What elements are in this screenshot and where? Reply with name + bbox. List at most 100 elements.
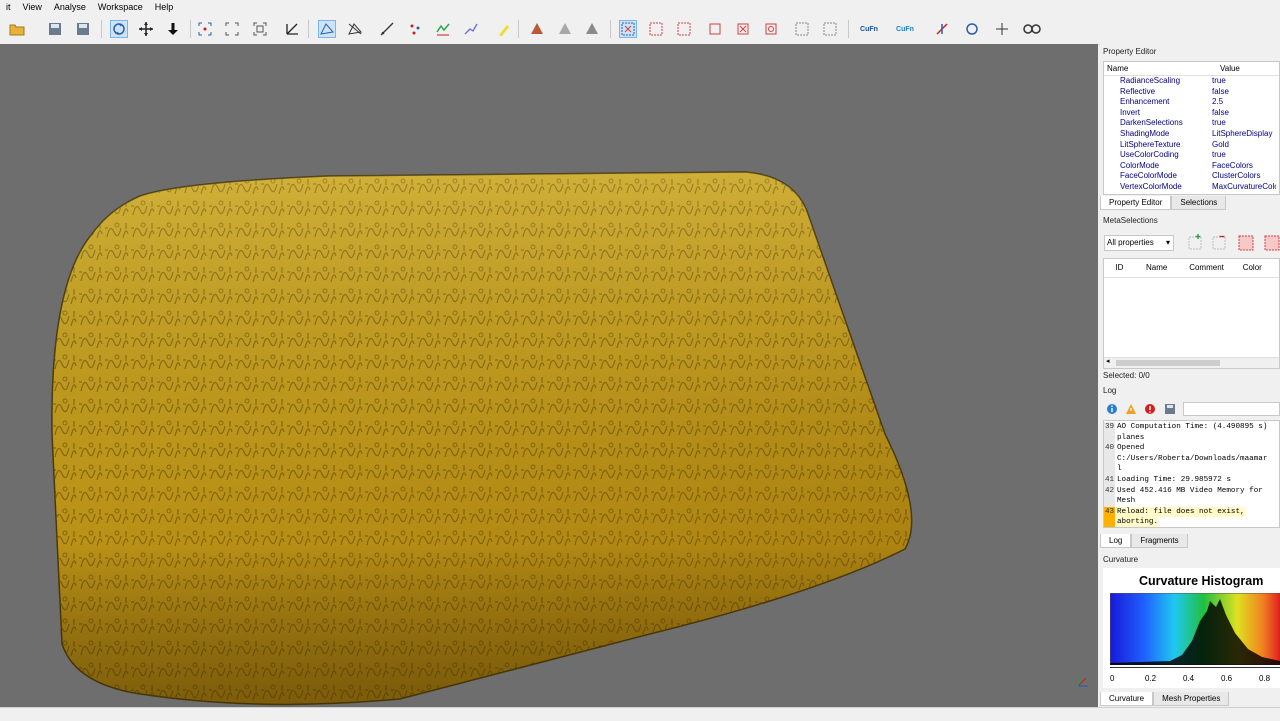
select-clear-icon[interactable] bbox=[734, 20, 752, 38]
arrow-down-icon[interactable] bbox=[164, 20, 182, 38]
plane-icon[interactable] bbox=[933, 20, 951, 38]
selection-tool-icon[interactable] bbox=[619, 20, 637, 38]
link-icon[interactable] bbox=[1021, 20, 1043, 38]
add-selection-icon[interactable] bbox=[1186, 233, 1204, 251]
select-vertices-icon[interactable] bbox=[346, 20, 364, 38]
3d-viewport[interactable] bbox=[0, 44, 1098, 707]
property-value[interactable]: false bbox=[1196, 108, 1276, 119]
error-filter-icon[interactable] bbox=[1144, 403, 1156, 415]
property-row[interactable]: Invert false bbox=[1104, 108, 1279, 119]
menu-workspace[interactable]: Workspace bbox=[92, 2, 149, 12]
axis-gizmo bbox=[1077, 677, 1088, 687]
col-color-header[interactable]: Color bbox=[1235, 259, 1279, 277]
property-value[interactable]: ClusterColors bbox=[1196, 171, 1276, 182]
property-value[interactable]: Gold bbox=[1196, 140, 1276, 151]
log-search-input[interactable] bbox=[1183, 402, 1280, 416]
sphere-icon[interactable] bbox=[963, 20, 981, 38]
property-row[interactable]: Enhancement 2.5 bbox=[1104, 97, 1279, 108]
highlight-icon[interactable] bbox=[494, 20, 512, 38]
mesh-brown-icon[interactable] bbox=[528, 20, 546, 38]
property-row[interactable]: ColorMode FaceColors bbox=[1104, 161, 1279, 172]
log-line-text: aborting. bbox=[1115, 517, 1159, 527]
select-add-icon[interactable] bbox=[647, 20, 665, 38]
rotate-tool-icon[interactable] bbox=[110, 20, 128, 38]
save-log-icon[interactable] bbox=[1164, 403, 1176, 415]
menu-edit[interactable]: it bbox=[0, 2, 17, 12]
property-row[interactable]: ShadingMode LitSphereDisplay bbox=[1104, 129, 1279, 140]
property-row[interactable]: VertexColorMode MaxCurvatureColors bbox=[1104, 182, 1279, 193]
tab-log[interactable]: Log bbox=[1100, 534, 1132, 548]
log-line-text: Loading Time: 29.985972 s bbox=[1117, 475, 1231, 484]
menu-view[interactable]: View bbox=[17, 2, 48, 12]
grid-alt-icon[interactable] bbox=[821, 20, 839, 38]
selection-color-alt-icon[interactable] bbox=[1264, 235, 1280, 253]
property-value[interactable]: true bbox=[1196, 76, 1276, 87]
info-filter-icon[interactable] bbox=[1106, 403, 1118, 415]
property-value[interactable]: true bbox=[1196, 118, 1276, 129]
measure-icon[interactable] bbox=[378, 20, 396, 38]
menu-analyse[interactable]: Analyse bbox=[48, 2, 92, 12]
property-editor-table: Name Value RadianceScaling true Reflective… bbox=[1103, 61, 1280, 195]
property-value[interactable]: 2.5 bbox=[1196, 97, 1276, 108]
axes-icon[interactable] bbox=[283, 20, 301, 38]
x-tick-4: 0.8 bbox=[1259, 674, 1271, 683]
log-line: planes bbox=[1104, 432, 1279, 444]
select-invert-icon[interactable] bbox=[762, 20, 780, 38]
warning-filter-icon[interactable] bbox=[1125, 403, 1137, 415]
selection-color-icon[interactable] bbox=[1238, 235, 1256, 253]
col-id-header[interactable]: ID bbox=[1104, 259, 1135, 277]
log-line-text: planes bbox=[1117, 433, 1145, 442]
zoom-fit-icon[interactable] bbox=[196, 20, 214, 38]
zoom-region-icon[interactable] bbox=[223, 20, 241, 38]
scroll-left-icon[interactable]: ◂ bbox=[1106, 357, 1110, 365]
property-row[interactable]: LitSphereTexture Gold bbox=[1104, 140, 1279, 151]
tab-property-editor[interactable]: Property Editor bbox=[1100, 196, 1172, 210]
property-name: Reflective bbox=[1120, 86, 1156, 96]
tab-fragments[interactable]: Fragments bbox=[1131, 534, 1188, 548]
grid-icon[interactable] bbox=[793, 20, 811, 38]
property-row[interactable]: Reflective false bbox=[1104, 87, 1279, 98]
color-points-icon[interactable] bbox=[434, 20, 452, 38]
property-row[interactable]: UseColorCoding true bbox=[1104, 150, 1279, 161]
property-value[interactable]: true bbox=[1196, 150, 1276, 161]
select-subtract-icon[interactable] bbox=[675, 20, 693, 38]
cufn-blue-icon[interactable]: CuFn bbox=[893, 20, 917, 38]
property-value[interactable]: LitSphereDisplay bbox=[1196, 129, 1276, 140]
log-line-number bbox=[1104, 496, 1115, 507]
col-value-header[interactable]: Value bbox=[1212, 62, 1240, 75]
properties-filter-select[interactable]: All properties ▾ bbox=[1104, 235, 1174, 251]
save-icon[interactable] bbox=[46, 20, 64, 38]
menu-help[interactable]: Help bbox=[149, 2, 180, 12]
points-icon[interactable] bbox=[406, 20, 424, 38]
horizontal-scrollbar[interactable]: ◂ bbox=[1104, 357, 1279, 368]
property-row[interactable]: DarkenSelections true bbox=[1104, 118, 1279, 129]
select-faces-icon[interactable] bbox=[318, 20, 336, 38]
col-comment-header[interactable]: Comment bbox=[1178, 259, 1234, 277]
mesh-grey-icon[interactable] bbox=[556, 20, 574, 38]
open-folder-icon[interactable] bbox=[8, 20, 26, 38]
property-name: ColorMode bbox=[1120, 160, 1160, 170]
tab-mesh-properties[interactable]: Mesh Properties bbox=[1153, 692, 1230, 706]
col-name-header[interactable]: Name bbox=[1104, 62, 1212, 75]
property-value[interactable]: MaxCurvatureColors bbox=[1196, 182, 1276, 193]
log-tabs: Log Fragments bbox=[1100, 534, 1188, 548]
cufn-icon[interactable]: CuFn bbox=[857, 20, 881, 38]
tab-curvature[interactable]: Curvature bbox=[1100, 692, 1154, 706]
direction-icon[interactable] bbox=[993, 20, 1011, 38]
mesh-dark-icon[interactable] bbox=[583, 20, 601, 38]
zoom-all-icon[interactable] bbox=[251, 20, 269, 38]
property-value[interactable]: false bbox=[1196, 87, 1276, 98]
save-all-icon[interactable] bbox=[74, 20, 92, 38]
move-tool-icon[interactable] bbox=[137, 20, 155, 38]
log-line-text: Reload: file does not exist, bbox=[1115, 506, 1245, 518]
select-box-icon[interactable] bbox=[706, 20, 724, 38]
property-value[interactable]: FaceColors bbox=[1196, 161, 1276, 172]
property-name: VertexColorMode bbox=[1120, 181, 1182, 191]
col-name-header[interactable]: Name bbox=[1135, 259, 1179, 277]
property-row[interactable]: RadianceScaling true bbox=[1104, 76, 1279, 87]
property-row[interactable]: FaceColorMode ClusterColors bbox=[1104, 171, 1279, 182]
tab-selections[interactable]: Selections bbox=[1171, 196, 1227, 210]
polyline-icon[interactable] bbox=[462, 20, 480, 38]
remove-selection-icon[interactable] bbox=[1210, 233, 1228, 251]
log-line-number: 41 bbox=[1104, 474, 1115, 486]
